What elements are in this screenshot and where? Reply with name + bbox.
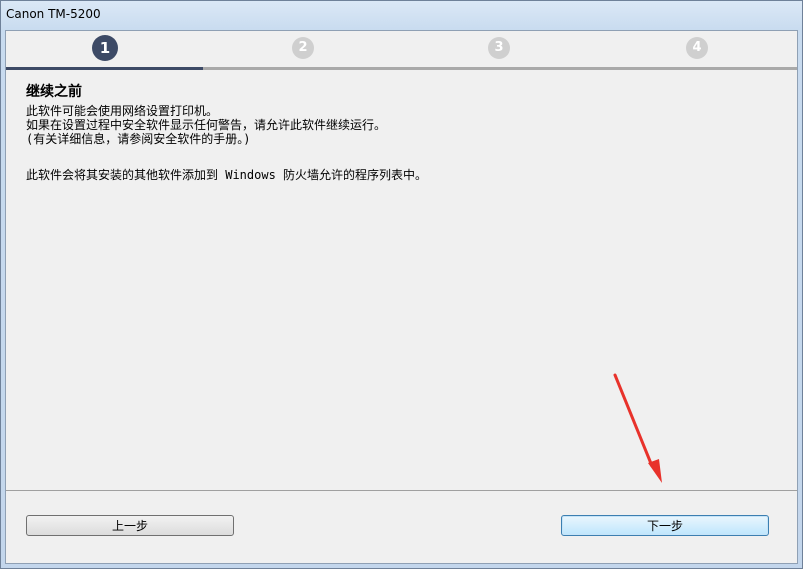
installer-window: Canon TM-5200 1 2 3 4 继续之前 此软件可能会使用网络设置打… (0, 0, 803, 569)
red-arrow-icon (613, 373, 662, 483)
